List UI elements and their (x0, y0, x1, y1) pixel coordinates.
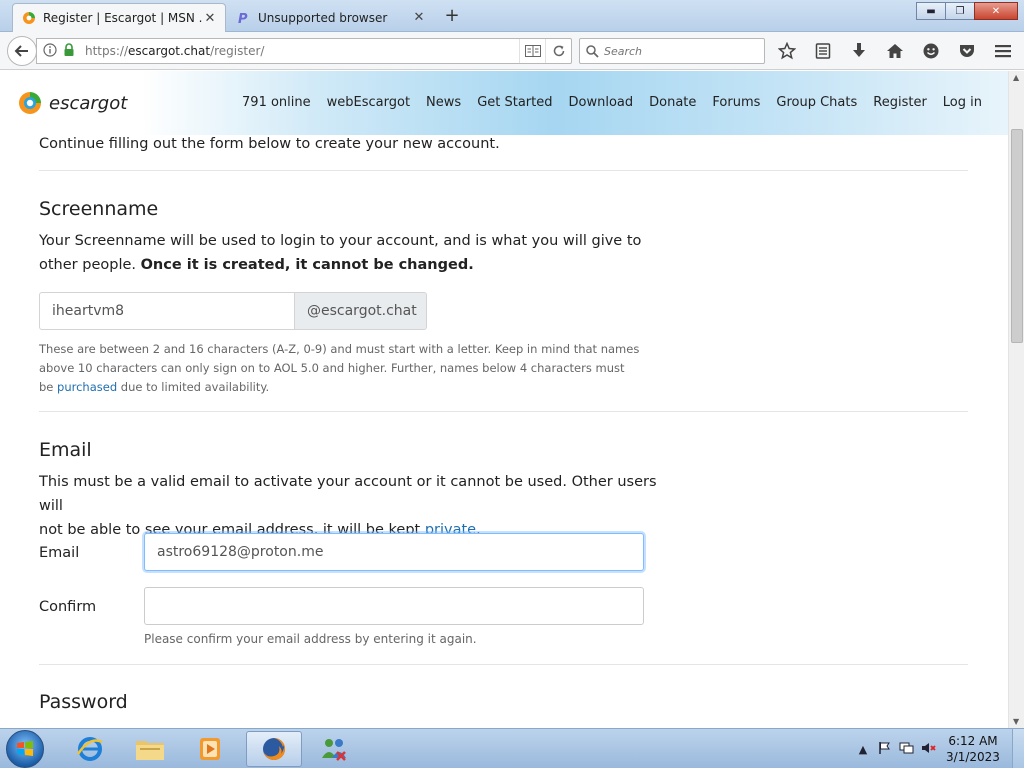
page-scrollbar[interactable]: ▲ ▼ (1008, 71, 1024, 728)
screenname-help: These are between 2 and 16 characters (A… (39, 340, 643, 397)
tray-expand-icon[interactable]: ▲ (852, 743, 874, 756)
help-line: be (39, 380, 58, 394)
divider (39, 664, 968, 665)
nav-register[interactable]: Register (873, 95, 927, 110)
smiley-icon[interactable] (916, 40, 946, 62)
screenname-description: Your Screenname will be used to login to… (39, 229, 651, 277)
email-description: This must be a valid email to activate y… (39, 470, 659, 542)
screenname-input-group: @escargot.chat (39, 292, 427, 330)
nav-online-count[interactable]: 791 online (242, 95, 311, 110)
email-label: Email (39, 545, 80, 561)
svg-text:P: P (238, 12, 248, 25)
divider (39, 170, 968, 171)
lock-icon[interactable] (63, 42, 77, 61)
back-button[interactable] (7, 36, 37, 66)
back-arrow-icon (14, 45, 28, 57)
download-icon[interactable] (844, 40, 874, 62)
volume-muted-icon[interactable] (918, 741, 940, 758)
password-heading: Password (39, 691, 128, 713)
scroll-up-icon[interactable]: ▲ (1013, 73, 1019, 82)
show-desktop-button[interactable] (1012, 729, 1024, 768)
nav-news[interactable]: News (426, 95, 461, 110)
purchased-link[interactable]: purchased (57, 380, 117, 394)
confirm-email-field[interactable] (144, 587, 644, 625)
divider (39, 411, 968, 412)
firefox-icon[interactable] (246, 731, 302, 767)
screenname-domain-suffix: @escargot.chat (295, 292, 427, 330)
browser-nav-bar: https://escargot.chat/register/ (0, 32, 1024, 70)
escargot-favicon-icon (21, 10, 37, 26)
site-header: escargot 791 online webEscargot News Get… (0, 71, 1008, 135)
nav-donate[interactable]: Donate (649, 95, 696, 110)
email-field[interactable] (144, 533, 644, 571)
confirm-label: Confirm (39, 599, 97, 615)
windows-taskbar: ▲ 6:12 AM 3/1/2023 (0, 728, 1024, 768)
minimize-button[interactable]: ▬ (916, 2, 946, 20)
site-nav: 791 online webEscargot News Get Started … (226, 95, 982, 110)
nav-group-chats[interactable]: Group Chats (776, 95, 857, 110)
file-explorer-icon[interactable] (122, 731, 178, 767)
nav-get-started[interactable]: Get Started (477, 95, 552, 110)
nav-log-in[interactable]: Log in (943, 95, 982, 110)
tab-close-icon[interactable]: ✕ (203, 11, 217, 26)
screenname-input[interactable] (39, 292, 295, 330)
search-icon (586, 44, 599, 58)
tab-register[interactable]: Register | Escargot | MSN ... ✕ (12, 3, 226, 32)
tab-title: Register | Escargot | MSN ... (43, 11, 203, 25)
nav-download[interactable]: Download (569, 95, 634, 110)
internet-explorer-icon[interactable] (62, 731, 118, 767)
help-line: above 10 characters can only sign on to … (39, 361, 625, 375)
network-app-icon[interactable] (306, 731, 362, 767)
nav-webescargot[interactable]: webEscargot (327, 95, 410, 110)
scroll-down-icon[interactable]: ▼ (1013, 717, 1019, 726)
toolbar-icons (772, 40, 1024, 62)
scrollbar-thumb[interactable] (1011, 129, 1023, 343)
form-intro: Continue filling out the form below to c… (39, 136, 500, 152)
clock-date: 3/1/2023 (946, 750, 1000, 764)
windows-logo-icon (17, 741, 33, 756)
tab-title: Unsupported browser (258, 10, 388, 25)
address-bar[interactable]: https://escargot.chat/register/ (36, 38, 572, 64)
help-line: These are between 2 and 16 characters (A… (39, 342, 640, 356)
site-logo-text: escargot (49, 92, 128, 114)
confirm-help: Please confirm your email address by ent… (144, 632, 477, 646)
pocket-icon[interactable] (952, 40, 982, 62)
web-page: escargot 791 online webEscargot News Get… (0, 71, 1008, 728)
window-controls: ▬ ❐ ✕ (916, 2, 1018, 20)
action-center-flag-icon[interactable] (874, 741, 896, 758)
clock[interactable]: 6:12 AM 3/1/2023 (940, 733, 1006, 765)
new-tab-button[interactable]: + (440, 4, 464, 28)
description-line: This must be a valid email to activate y… (39, 474, 657, 514)
p-favicon-icon: P (236, 10, 252, 26)
description-line: other people. (39, 257, 141, 273)
description-line: Your Screenname will be used to login to… (39, 233, 642, 249)
url-text[interactable]: https://escargot.chat/register/ (85, 44, 519, 58)
clock-time: 6:12 AM (948, 734, 998, 748)
description-bold-warning: Once it is created, it cannot be changed… (140, 257, 474, 273)
reload-icon[interactable] (545, 39, 571, 63)
help-line: due to limited availability. (117, 380, 270, 394)
reading-list-icon[interactable] (808, 40, 838, 62)
tab-close-icon[interactable]: ✕ (412, 10, 426, 25)
tab-unsupported-browser[interactable]: P Unsupported browser ✕ (228, 3, 434, 32)
system-tray: ▲ 6:12 AM 3/1/2023 (852, 729, 1024, 768)
escargot-logo-icon (19, 92, 41, 114)
screenname-heading: Screenname (39, 198, 159, 220)
email-heading: Email (39, 439, 92, 461)
star-icon[interactable] (772, 40, 802, 62)
site-logo[interactable]: escargot (18, 91, 127, 115)
reader-view-icon[interactable] (519, 39, 545, 63)
menu-icon[interactable] (988, 40, 1018, 62)
search-bar[interactable] (579, 38, 765, 64)
info-icon[interactable] (43, 42, 59, 61)
close-window-button[interactable]: ✕ (974, 2, 1018, 20)
media-player-icon[interactable] (182, 731, 238, 767)
maximize-button[interactable]: ❐ (945, 2, 975, 20)
home-icon[interactable] (880, 40, 910, 62)
nav-forums[interactable]: Forums (712, 95, 760, 110)
network-tray-icon[interactable] (896, 741, 918, 758)
search-input[interactable] (604, 44, 754, 58)
start-button[interactable] (6, 730, 44, 768)
browser-tab-bar: Register | Escargot | MSN ... ✕ P Unsupp… (0, 0, 1024, 32)
